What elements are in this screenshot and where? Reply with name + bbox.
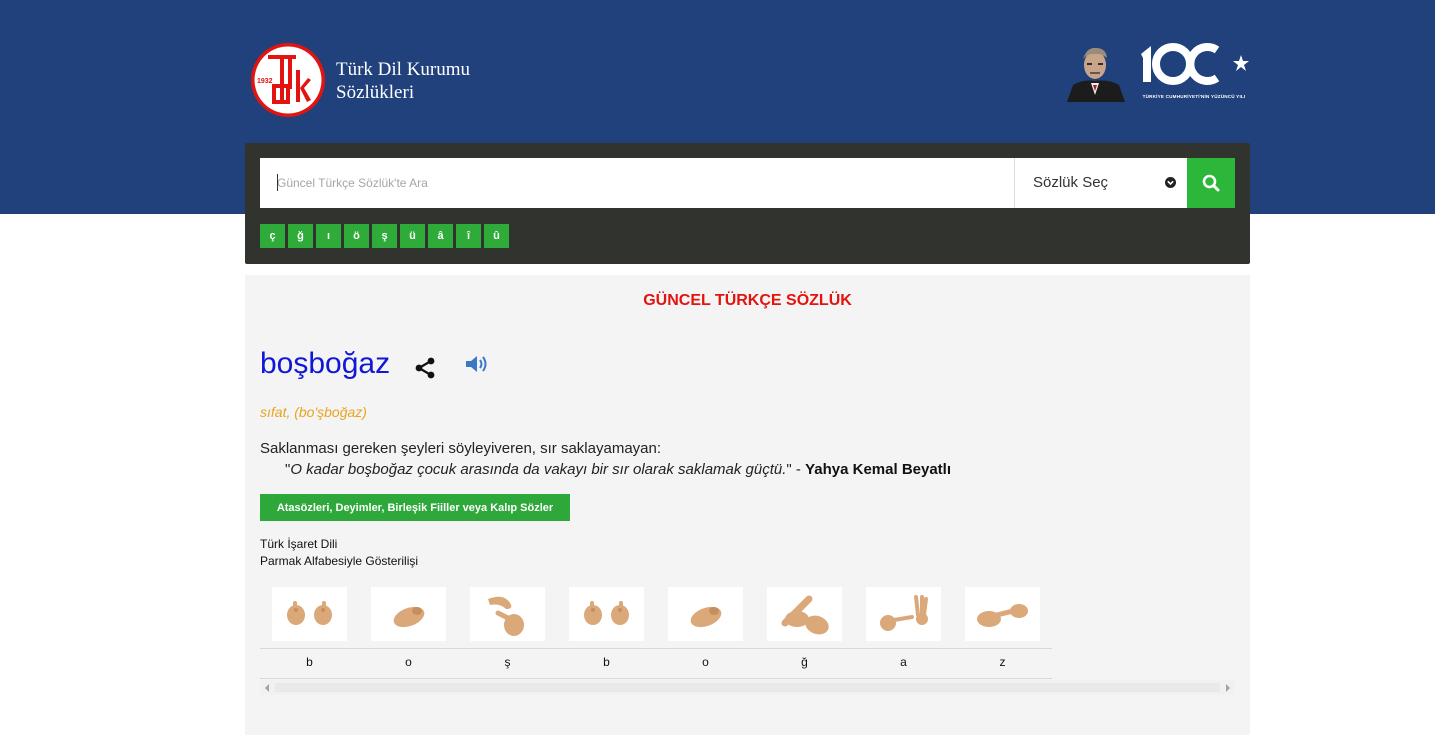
sign-language-subtitle: Parmak Alfabesiyle Gösterilişi	[260, 554, 419, 568]
text-caret	[277, 174, 278, 191]
hand-sign-image	[866, 587, 941, 641]
scrollbar-thumb[interactable]	[275, 683, 1220, 692]
sign-item: o	[656, 587, 755, 677]
search-icon	[1202, 174, 1220, 192]
brand-title[interactable]: Türk Dil Kurumu Sözlükleri	[336, 58, 470, 104]
hand-sign-icon	[977, 604, 1028, 627]
hand-sign-icon	[393, 606, 425, 628]
tdk-logo[interactable]: 1932	[250, 42, 326, 118]
char-button[interactable]: ı	[316, 224, 341, 248]
dictionary-title: GÜNCEL TÜRKÇE SÖZLÜK	[643, 292, 852, 309]
sign-letter: a	[900, 655, 907, 669]
result-panel: GÜNCEL TÜRKÇE SÖZLÜK boşboğaz sıfat, (bo…	[245, 275, 1250, 735]
example-author: Yahya Kemal Beyatlı	[805, 461, 952, 478]
centennial-caption: TÜRKİYE CUMHURİYETİ'NİN YÜZÜNCÜ YILI	[1142, 94, 1246, 99]
hand-sign-icon	[690, 606, 722, 628]
hand-sign-icon	[880, 595, 928, 631]
logo-year: 1932	[257, 78, 273, 85]
search-input[interactable]	[260, 158, 1015, 208]
sign-item: b	[260, 587, 359, 677]
hand-sign-image	[371, 587, 446, 641]
hand-sign-image	[767, 587, 842, 641]
hand-sign-image	[470, 587, 545, 641]
char-button[interactable]: ü	[400, 224, 425, 248]
sign-letter: ğ	[801, 655, 808, 669]
chevron-down-icon	[1165, 177, 1176, 188]
sign-item: ş	[458, 587, 557, 677]
hand-sign-image	[965, 587, 1040, 641]
centennial-emblem	[1141, 43, 1249, 85]
example-quote: O kadar boşboğaz çocuk arasında da vakay…	[290, 461, 787, 478]
brand-line-2: Sözlükleri	[336, 82, 415, 103]
idioms-button[interactable]: Atasözleri, Deyimler, Birleşik Fiiller v…	[260, 494, 570, 521]
sign-item: z	[953, 587, 1052, 677]
word-type: sıfat, (bo'şboğaz)	[260, 404, 367, 420]
hand-sign-icon	[781, 595, 829, 635]
sign-letter: o	[405, 655, 412, 669]
example-sentence: "O kadar boşboğaz çocuk arasında da vaka…	[285, 461, 951, 478]
search-button[interactable]	[1187, 158, 1235, 208]
sign-alphabet-strip: boşboğaz	[260, 587, 1052, 677]
hand-sign-icon	[488, 596, 524, 636]
sign-letter: b	[306, 655, 313, 669]
sign-language-title: Türk İşaret Dili	[260, 537, 338, 551]
sign-item: b	[557, 587, 656, 677]
brand-line-1: Türk Dil Kurumu	[336, 59, 471, 80]
hand-sign-icon	[287, 601, 332, 625]
entry-word: boşboğaz	[260, 347, 391, 380]
scroll-right-icon[interactable]	[1226, 684, 1230, 692]
char-button[interactable]: â	[428, 224, 453, 248]
sign-item: o	[359, 587, 458, 677]
sign-strip-divider-bottom	[260, 678, 1052, 679]
char-button[interactable]: î	[456, 224, 481, 248]
hand-sign-icon	[584, 601, 629, 625]
horizontal-scrollbar[interactable]	[260, 680, 1235, 695]
dictionary-select-label: Sözlük Seç	[1033, 174, 1109, 191]
char-button[interactable]: ğ	[288, 224, 313, 248]
sign-item: ğ	[755, 587, 854, 677]
char-button[interactable]: ö	[344, 224, 369, 248]
char-button[interactable]: û	[484, 224, 509, 248]
hand-sign-image	[668, 587, 743, 641]
dictionary-select[interactable]: Sözlük Seç	[1014, 158, 1188, 208]
hand-sign-image	[272, 587, 347, 641]
example-separator: -	[791, 461, 806, 478]
char-button[interactable]: ç	[260, 224, 285, 248]
meaning-text: Saklanması gereken şeyleri söyleyiveren,…	[260, 440, 662, 457]
speaker-icon[interactable]	[464, 353, 490, 375]
scroll-left-icon[interactable]	[265, 684, 269, 692]
special-char-buttons: çğıöşüâîû	[260, 224, 512, 248]
search-panel: Sözlük Seç çğıöşüâîû	[245, 143, 1250, 264]
sign-item: a	[854, 587, 953, 677]
ataturk-portrait-image	[1063, 41, 1127, 102]
char-button[interactable]: ş	[372, 224, 397, 248]
sign-letter: ş	[504, 655, 511, 669]
sign-letter: b	[603, 655, 610, 669]
sign-strip-divider	[260, 648, 1052, 649]
hand-sign-image	[569, 587, 644, 641]
sign-letter: o	[702, 655, 709, 669]
sign-letter: z	[999, 655, 1006, 669]
share-icon[interactable]	[413, 356, 437, 380]
